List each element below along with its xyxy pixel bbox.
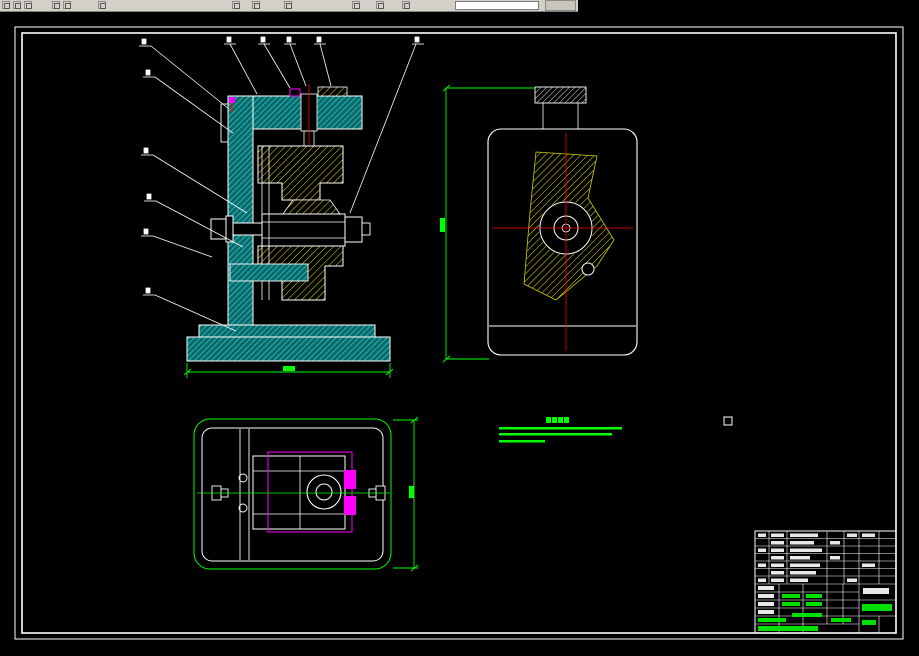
callout	[141, 228, 213, 258]
callout	[224, 36, 258, 95]
callout	[314, 36, 332, 87]
callout	[284, 36, 307, 87]
top-plan-view[interactable]	[193, 416, 419, 572]
side-height-dimension[interactable]	[442, 84, 535, 363]
cone-section	[282, 199, 341, 215]
top-boss-section	[534, 86, 587, 104]
tech-requirements-line	[499, 427, 622, 430]
clamp-bolt-head	[210, 218, 227, 240]
bore-cylinder	[261, 213, 346, 247]
title-block-green-text	[758, 594, 892, 631]
dimension-text	[440, 218, 445, 232]
knurled-nut-section	[317, 86, 348, 97]
title-block[interactable]	[754, 530, 897, 634]
clamp-bolt-shaft	[232, 222, 263, 236]
tech-requirements-note[interactable]	[499, 417, 622, 443]
small-hole-circle	[581, 262, 595, 276]
drawing-canvas[interactable]	[0, 0, 919, 656]
magenta-pad	[344, 496, 356, 515]
clamp-nut	[344, 216, 363, 243]
layout-marker[interactable]	[723, 416, 733, 426]
sheet-border	[14, 26, 904, 640]
clamp-bolt-washer	[225, 215, 234, 243]
magenta-detail	[229, 97, 235, 103]
side-view[interactable]	[440, 84, 638, 363]
front-section-view[interactable]	[183, 84, 394, 378]
lower-rib-section	[229, 263, 309, 282]
magenta-pad	[344, 470, 356, 489]
callout	[139, 38, 230, 110]
dimension-text	[409, 486, 414, 498]
tech-requirements-line	[499, 440, 545, 443]
tech-requirements-heading	[546, 417, 569, 423]
callout	[258, 36, 291, 89]
tech-requirements-line	[499, 433, 612, 436]
base-plate-section	[186, 336, 391, 362]
base-step-section	[198, 324, 376, 338]
magenta-detail	[289, 88, 301, 97]
bushing-circle	[306, 474, 342, 510]
top-view-dimension[interactable]	[393, 416, 419, 572]
application-window	[0, 0, 919, 656]
callout	[143, 287, 237, 332]
dimension-text	[283, 366, 295, 371]
clamp-upper-section	[257, 145, 344, 201]
parts-list-text	[758, 533, 889, 614]
clamp-bolt-tip	[361, 222, 371, 236]
side-strip	[220, 103, 229, 143]
